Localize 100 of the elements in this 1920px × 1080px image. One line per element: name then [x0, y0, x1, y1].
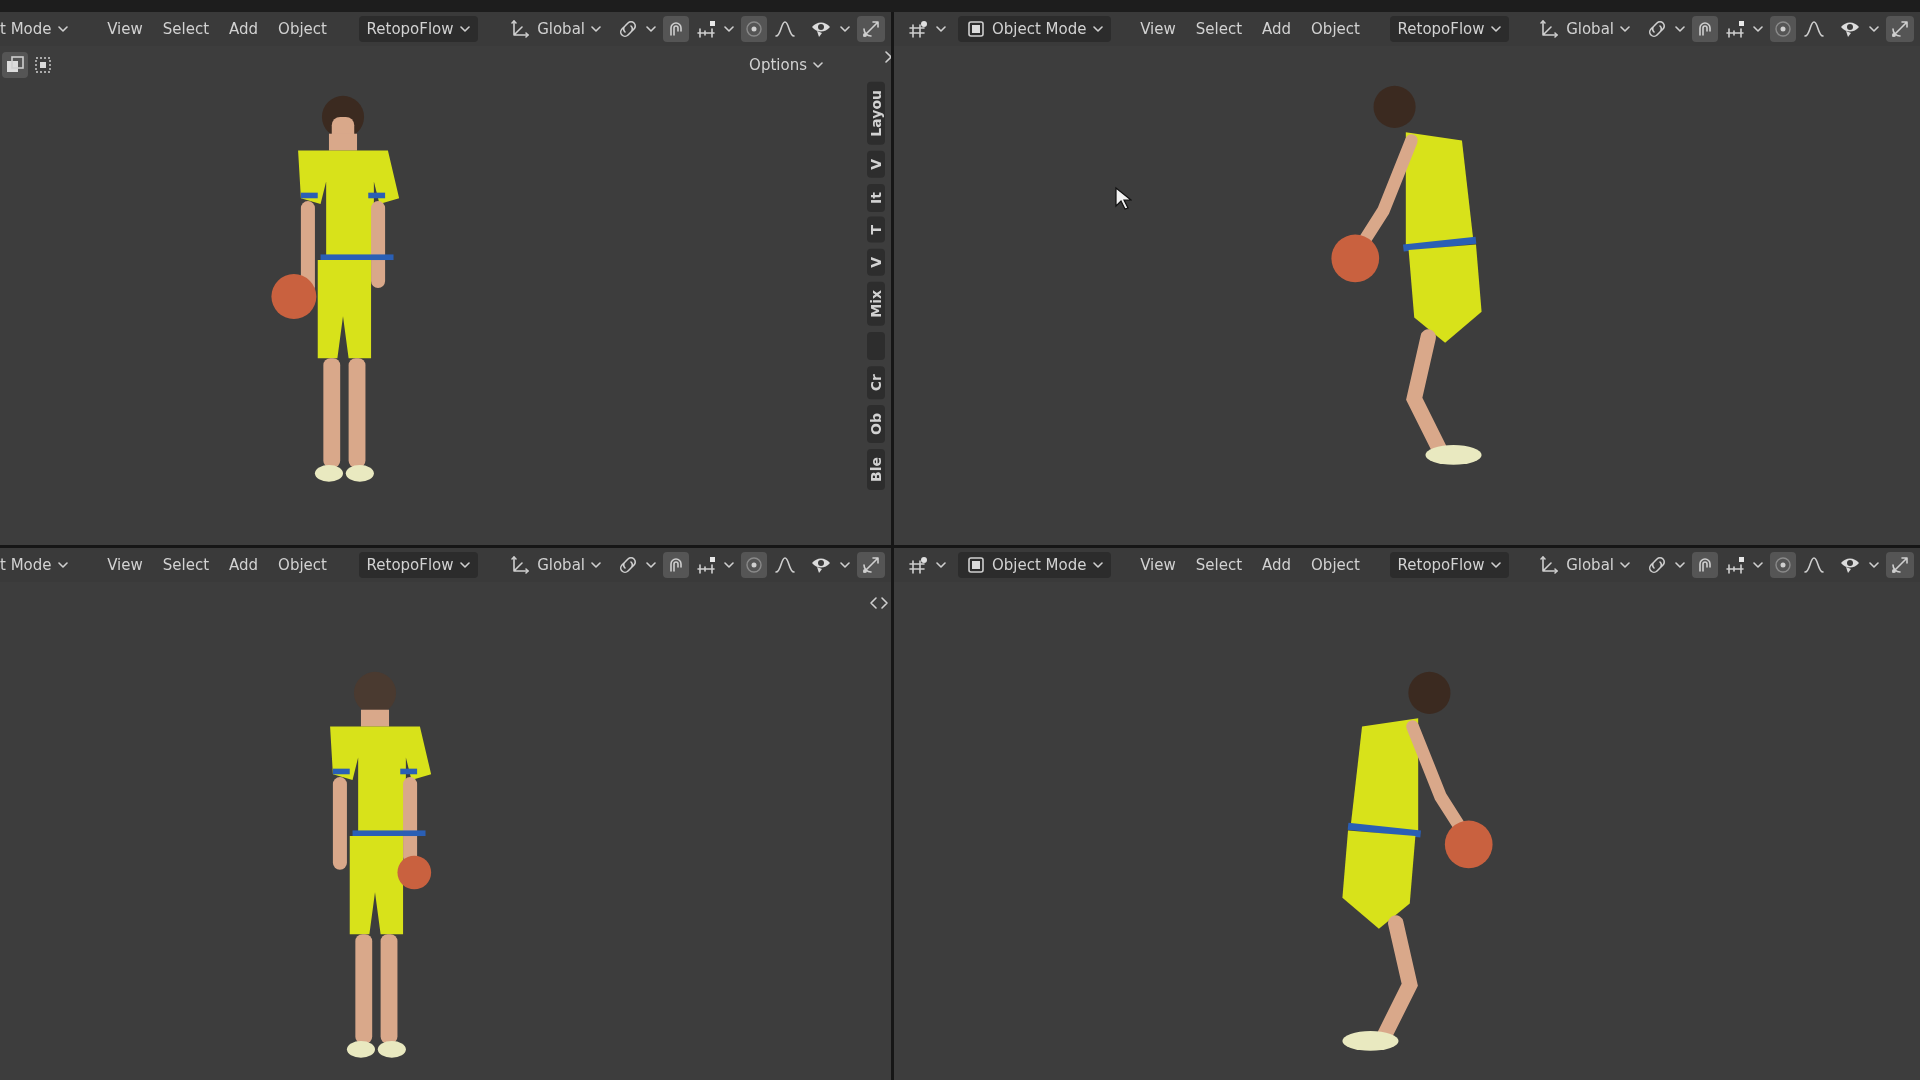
axes-icon: [509, 18, 532, 40]
sidebar-tab[interactable]: It: [867, 183, 885, 212]
snap-toggle[interactable]: [1692, 16, 1718, 42]
caret-icon: [459, 25, 470, 33]
falloff-curve-icon: [1803, 19, 1825, 39]
sidebar-tab[interactable]: V: [867, 150, 885, 178]
proportional-toggle[interactable]: [1770, 551, 1796, 578]
menu-item[interactable]: Object: [1303, 16, 1368, 42]
gizmo-icon: [1889, 18, 1911, 40]
sidebar-tab[interactable]: Layou: [867, 82, 885, 145]
editor-type-icon: [908, 19, 930, 39]
gizmo-icon: [860, 18, 882, 40]
caret-icon: [840, 25, 850, 33]
orientation-dropdown[interactable]: Global: [1530, 16, 1638, 42]
gizmo-toggle[interactable]: [1886, 16, 1914, 42]
caret-icon: [646, 25, 656, 33]
menu-item[interactable]: Select: [1187, 16, 1250, 42]
addon-dropdown[interactable]: RetopoFlow: [358, 551, 478, 578]
menu-item[interactable]: Object: [1303, 551, 1368, 578]
caret-icon: [1092, 25, 1103, 33]
caret-icon: [1490, 560, 1501, 569]
options-dropdown[interactable]: Options: [741, 52, 831, 78]
cube-icon: [966, 554, 986, 575]
snap-toggle[interactable]: [663, 551, 689, 578]
menu-item[interactable]: Select: [154, 16, 218, 42]
axes-icon: [1538, 18, 1561, 40]
snap-toggle[interactable]: [1692, 551, 1718, 578]
falloff-curve-icon: [774, 19, 796, 39]
snap-target-icon: [1725, 19, 1747, 39]
caret-icon: [57, 25, 68, 33]
caret-icon: [1753, 560, 1763, 569]
caret-icon: [591, 560, 601, 569]
mode-dropdown[interactable]: t Mode: [0, 16, 76, 42]
caret-icon: [1753, 25, 1763, 33]
select-mode-icon: [5, 55, 25, 75]
proportional-icon: [744, 19, 764, 39]
falloff-curve-icon: [774, 554, 796, 575]
caret-icon: [840, 560, 850, 569]
editor-type-icon: [908, 554, 930, 575]
menu-item[interactable]: Object: [270, 551, 335, 578]
menu-item[interactable]: Select: [154, 551, 218, 578]
sidebar-tab[interactable]: T: [867, 217, 885, 243]
proportional-toggle[interactable]: [741, 551, 767, 578]
caret-icon: [724, 25, 734, 33]
menu-item[interactable]: Add: [221, 551, 267, 578]
snap-target-icon: [1725, 554, 1747, 575]
caret-icon: [1092, 560, 1103, 569]
cube-icon: [966, 19, 986, 39]
select-box-button[interactable]: [2, 52, 28, 78]
menu-item[interactable]: Add: [221, 16, 267, 42]
orientation-dropdown[interactable]: Global: [501, 16, 609, 42]
gizmo-toggle[interactable]: [857, 551, 885, 578]
sidebar-tab[interactable]: Cr: [867, 365, 885, 399]
split-arrows-icon[interactable]: [869, 595, 889, 610]
gizmo-toggle[interactable]: [857, 16, 885, 42]
addon-dropdown[interactable]: RetopoFlow: [1389, 16, 1509, 42]
orientation-dropdown[interactable]: Global: [1530, 551, 1638, 578]
caret-icon: [813, 61, 823, 69]
caret-icon: [1675, 560, 1685, 569]
sidebar-tab[interactable]: Ob: [867, 404, 885, 443]
proportional-toggle[interactable]: [1770, 16, 1796, 42]
proportional-icon: [744, 554, 764, 575]
mode-dropdown[interactable]: t Mode: [0, 551, 76, 578]
mode-dropdown[interactable]: Object Mode: [958, 16, 1111, 42]
caret-icon: [1620, 560, 1630, 569]
menu-item[interactable]: Select: [1187, 551, 1250, 578]
expand-icon[interactable]: [883, 50, 891, 64]
menu-item[interactable]: Add: [1254, 16, 1300, 42]
mode-dropdown[interactable]: Object Mode: [958, 551, 1111, 578]
menu-item[interactable]: Add: [1254, 551, 1300, 578]
menu-item[interactable]: Object: [270, 16, 335, 42]
gizmo-toggle[interactable]: [1886, 551, 1914, 578]
select-mode-icon: [33, 55, 53, 75]
caret-icon: [646, 560, 656, 569]
caret-icon: [591, 25, 601, 33]
menu-item[interactable]: View: [99, 551, 151, 578]
axes-icon: [1538, 553, 1561, 576]
caret-icon: [936, 25, 946, 33]
caret-icon: [1675, 25, 1685, 33]
caret-icon: [936, 560, 946, 569]
caret-icon: [459, 560, 470, 569]
addon-dropdown[interactable]: RetopoFlow: [1389, 551, 1509, 578]
sidebar-tab[interactable]: Ble: [867, 448, 885, 490]
caret-icon: [1620, 25, 1630, 33]
caret-icon: [1869, 25, 1879, 33]
snap-toggle[interactable]: [663, 16, 689, 42]
addon-dropdown[interactable]: RetopoFlow: [358, 16, 478, 42]
caret-icon: [724, 560, 734, 569]
sidebar-tab[interactable]: V: [867, 248, 885, 276]
caret-icon: [1869, 560, 1879, 569]
orientation-dropdown[interactable]: Global: [501, 551, 609, 578]
falloff-curve-icon: [1803, 554, 1825, 575]
caret-icon: [1490, 25, 1501, 33]
menu-item[interactable]: View: [1132, 551, 1184, 578]
menu-item[interactable]: View: [1132, 16, 1184, 42]
menu-item[interactable]: View: [99, 16, 151, 42]
sidebar-tab[interactable]: Mix: [867, 281, 885, 326]
proportional-icon: [1773, 554, 1793, 575]
proportional-toggle[interactable]: [741, 16, 767, 42]
axes-icon: [509, 553, 532, 576]
